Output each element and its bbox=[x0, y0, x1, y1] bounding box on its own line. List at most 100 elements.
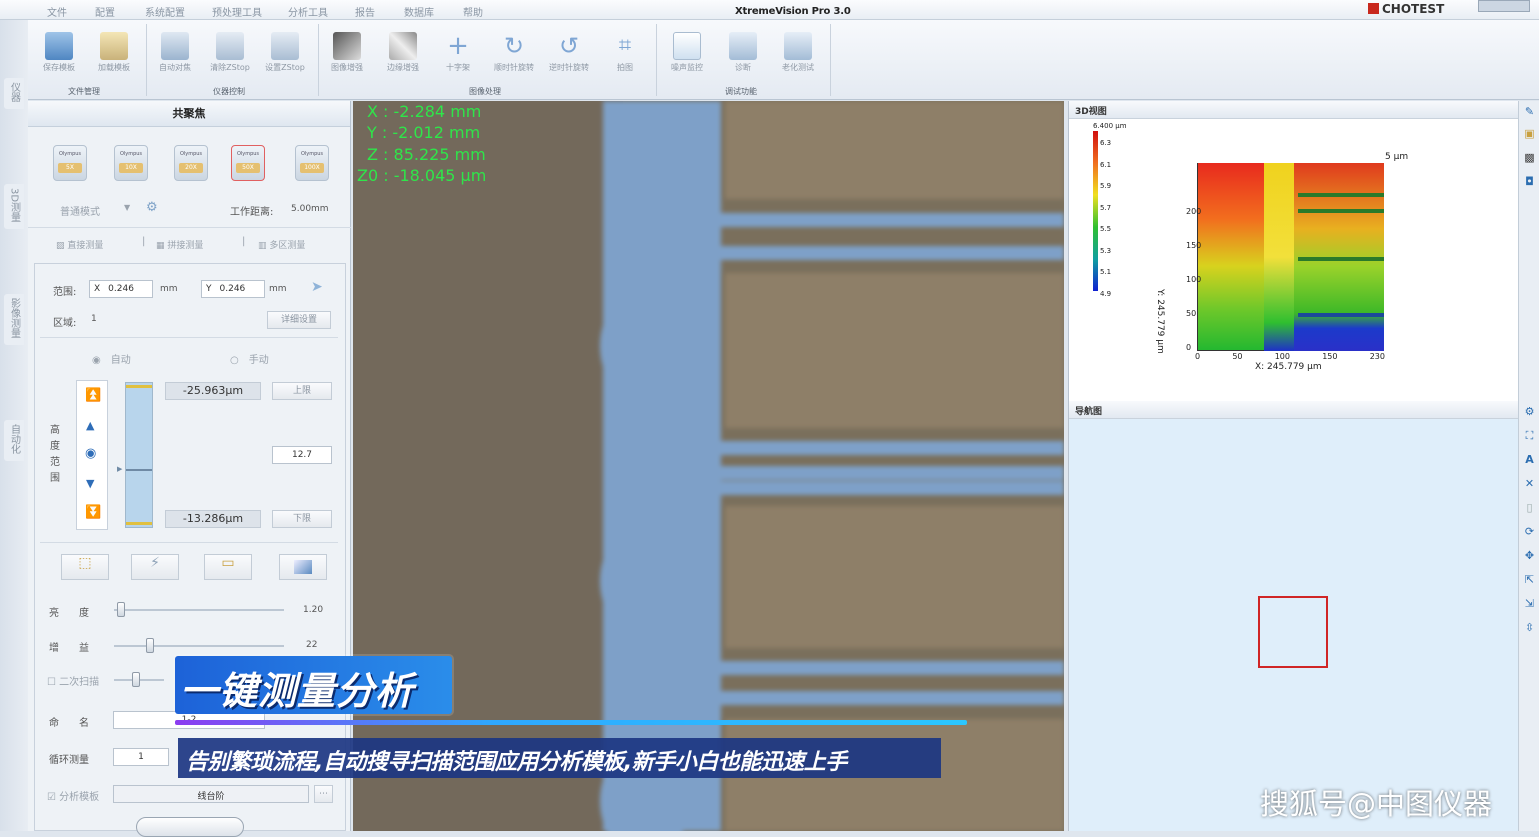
color-scale-bar bbox=[1093, 131, 1098, 291]
measure-tool-icon[interactable]: ✎ bbox=[1521, 103, 1538, 120]
z-range-bar[interactable] bbox=[125, 382, 153, 528]
blue-view-icon[interactable]: ◘ bbox=[1521, 173, 1538, 190]
close-tool-icon[interactable]: ✕ bbox=[1521, 475, 1538, 492]
lens-10x[interactable]: Olympus 10X bbox=[114, 145, 148, 181]
3d-view-canvas[interactable]: 6.400 μm 6.3 6.1 5.9 5.7 5.5 5.3 5.1 4.9 5 μm 2… bbox=[1069, 119, 1519, 399]
save-template-button[interactable]: 保存模板 bbox=[34, 28, 84, 84]
fit-view-icon[interactable]: ⛶ bbox=[1521, 427, 1538, 444]
3d-surface-map[interactable] bbox=[1197, 163, 1384, 351]
multi-area-tab[interactable]: ▥ 多区测量 bbox=[258, 238, 305, 251]
side-tab-auto[interactable]: 自动化 bbox=[4, 420, 24, 461]
loop-count-field[interactable]: 1 bbox=[113, 748, 169, 766]
rotate-view-icon[interactable]: ⟳ bbox=[1521, 523, 1538, 540]
auto-radio[interactable]: ◉ 自动 bbox=[92, 351, 131, 366]
brightness-slider[interactable] bbox=[114, 602, 284, 618]
down-arrow-icon[interactable]: ▼ bbox=[86, 477, 94, 490]
set-zstop-button[interactable]: 设置ZStop bbox=[260, 28, 310, 84]
chevron-down-icon[interactable]: ▼ bbox=[124, 203, 130, 212]
set-zstop-icon bbox=[271, 32, 299, 60]
side-tab-3d[interactable]: 3D测量 bbox=[4, 184, 24, 230]
range-y-unit: mm bbox=[269, 284, 287, 294]
menu-file[interactable]: 文件 bbox=[47, 4, 67, 19]
pan-icon[interactable]: ✥ bbox=[1521, 547, 1538, 564]
lens-20x[interactable]: Olympus 20X bbox=[174, 145, 208, 181]
delete-icon[interactable]: ▯ bbox=[1521, 499, 1538, 516]
move-x-icon[interactable]: ⇱ bbox=[1521, 571, 1538, 588]
stitch-measure-tab[interactable]: ▦ 拼接测量 bbox=[156, 238, 203, 251]
menu-config[interactable]: 配置 bbox=[95, 4, 115, 19]
slider-thumb[interactable] bbox=[132, 672, 140, 687]
double-down-icon[interactable]: ⏬ bbox=[85, 505, 101, 520]
load-template-button[interactable]: 加载模板 bbox=[89, 28, 139, 84]
lens-100x[interactable]: Olympus 100X bbox=[295, 145, 329, 181]
upper-limit-button[interactable]: 上限 bbox=[272, 382, 332, 400]
scale-tick-label: 5.3 bbox=[1100, 246, 1112, 255]
menu-system-config[interactable]: 系统配置 bbox=[145, 4, 185, 19]
texture-icon[interactable]: ▩ bbox=[1521, 149, 1538, 166]
manual-radio[interactable]: ○ 手动 bbox=[230, 351, 269, 366]
direct-measure-tab[interactable]: ▨ 直接测量 bbox=[56, 238, 103, 251]
text-annotation-icon[interactable]: A bbox=[1521, 451, 1538, 468]
move-y-icon[interactable]: ⇲ bbox=[1521, 595, 1538, 612]
up-arrow-icon[interactable]: ▲ bbox=[86, 419, 94, 432]
lens-5x[interactable]: Olympus 5X bbox=[53, 145, 87, 181]
analysis-template-checkbox[interactable]: ☑ 分析模板 bbox=[47, 788, 99, 803]
menu-database[interactable]: 数据库 bbox=[404, 4, 434, 19]
gradient-button[interactable] bbox=[279, 554, 327, 580]
rotate-cw-button[interactable]: ↻ 顺时针旋转 bbox=[489, 28, 539, 84]
move-z-icon[interactable]: ⇳ bbox=[1521, 619, 1538, 636]
range-label: 范围: bbox=[53, 287, 77, 298]
auto-light-button[interactable]: ⚡ bbox=[131, 554, 179, 580]
settings-icon[interactable]: ⚙ bbox=[1521, 403, 1538, 420]
slider-thumb[interactable] bbox=[117, 602, 126, 617]
nav-map[interactable] bbox=[1069, 419, 1519, 831]
mode-select[interactable]: 普通模式 bbox=[60, 203, 100, 218]
mouse-icon[interactable]: ◉ bbox=[85, 446, 96, 461]
menu-analysis[interactable]: 分析工具 bbox=[288, 4, 328, 19]
template-field[interactable]: 线台阶 bbox=[113, 785, 309, 803]
cursor-icon[interactable]: ➤ bbox=[311, 279, 323, 295]
layer-icon[interactable]: ▣ bbox=[1521, 125, 1538, 142]
second-scan-slider[interactable] bbox=[114, 672, 164, 688]
clear-zstop-button[interactable]: 清除ZStop bbox=[205, 28, 255, 84]
image-enhance-button[interactable]: 图像增强 bbox=[322, 28, 372, 84]
menu-report[interactable]: 报告 bbox=[355, 4, 375, 19]
upper-limit-handle[interactable] bbox=[126, 385, 152, 388]
group-label-instrument: 仪器控制 bbox=[213, 87, 245, 96]
crop-icon: ⌗ bbox=[618, 33, 632, 58]
camera-toggle-button[interactable]: ▭ bbox=[204, 554, 252, 580]
noise-monitor-button[interactable]: 噪声监控 bbox=[662, 28, 712, 84]
second-scan-checkbox[interactable]: ☐ 二次扫描 bbox=[47, 673, 99, 688]
side-tab-instrument[interactable]: 仪器 bbox=[4, 78, 24, 109]
nav-viewport-rect[interactable] bbox=[1258, 596, 1328, 668]
range-x-field[interactable]: X 0.246 bbox=[89, 280, 153, 298]
gain-slider[interactable] bbox=[114, 638, 284, 654]
right-panels: 3D视图 6.400 μm 6.3 6.1 5.9 5.7 5.5 5.3 5.1 4.9 5… bbox=[1068, 101, 1519, 831]
edge-enhance-button[interactable]: 边缘增强 bbox=[378, 28, 428, 84]
range-y-field[interactable]: Y 0.246 bbox=[201, 280, 265, 298]
rotate-ccw-button[interactable]: ↺ 逆时针旋转 bbox=[544, 28, 594, 84]
window-controls[interactable] bbox=[1478, 0, 1530, 12]
diagnose-button[interactable]: 诊断 bbox=[718, 28, 768, 84]
start-measure-button[interactable] bbox=[136, 817, 244, 837]
side-tab-image[interactable]: 影像测量 bbox=[4, 294, 24, 345]
autofocus-button[interactable]: 自动对焦 bbox=[150, 28, 200, 84]
slider-track bbox=[114, 645, 284, 647]
detail-settings-button[interactable]: 详细设置 bbox=[267, 311, 331, 329]
focus-icon: ⬚ bbox=[78, 555, 92, 571]
capture-button[interactable]: ⌗ 拍图 bbox=[600, 28, 650, 84]
template-browse-button[interactable]: ⋯ bbox=[314, 785, 333, 803]
menu-help[interactable]: 帮助 bbox=[463, 4, 483, 19]
aging-test-button[interactable]: 老化测试 bbox=[773, 28, 823, 84]
lens-50x[interactable]: Olympus 50X bbox=[231, 145, 265, 181]
gear-icon[interactable]: ⚙ bbox=[146, 200, 158, 215]
menu-preprocess[interactable]: 预处理工具 bbox=[212, 4, 262, 19]
double-up-icon[interactable]: ⏫ bbox=[85, 388, 101, 403]
focus-mode-button[interactable]: ⬚ bbox=[61, 554, 109, 580]
slider-thumb[interactable] bbox=[146, 638, 155, 653]
z-step-field[interactable]: 12.7 bbox=[272, 446, 332, 464]
crosshair-button[interactable]: + 十字架 bbox=[433, 28, 483, 84]
lower-limit-button[interactable]: 下限 bbox=[272, 510, 332, 528]
lower-limit-handle[interactable] bbox=[126, 522, 152, 525]
x-tick-label: 230 bbox=[1369, 352, 1385, 361]
